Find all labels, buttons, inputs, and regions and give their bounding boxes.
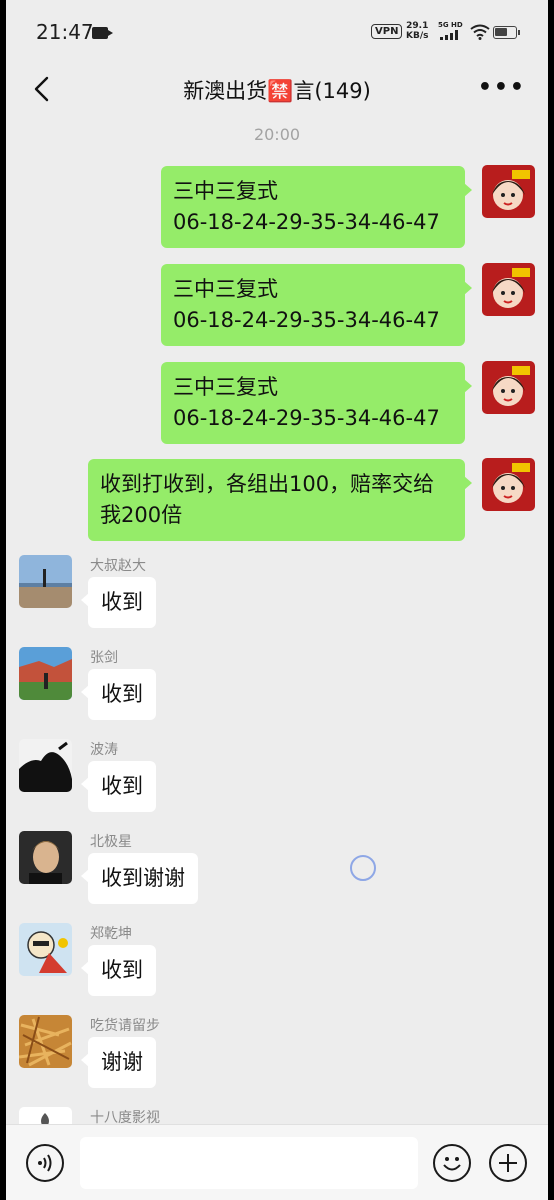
avatar-image xyxy=(19,739,72,792)
chat-title: 新澳出货🈲言(149) xyxy=(183,79,371,103)
avatar-image xyxy=(482,458,535,511)
sender-avatar[interactable] xyxy=(19,923,72,976)
message-input[interactable] xyxy=(80,1137,418,1189)
avatar-image xyxy=(19,923,72,976)
sender-name: 波涛 xyxy=(90,742,118,758)
emoji-icon xyxy=(443,1157,461,1171)
sender-name: 郑乾坤 xyxy=(90,926,132,942)
avatar-image xyxy=(482,361,535,414)
sender-avatar[interactable] xyxy=(19,831,72,884)
incoming-message[interactable]: 收到谢谢 xyxy=(81,853,198,904)
sender-avatar[interactable] xyxy=(19,739,72,792)
status-time: 21:47 xyxy=(36,20,94,44)
outgoing-message[interactable]: 收到打收到，各组出100，赔率交给我200倍 xyxy=(88,459,472,541)
emoji-button[interactable] xyxy=(433,1144,471,1182)
status-bar: 21:47 VPN 29.1 KB/s 5G HD xyxy=(6,0,548,62)
my-avatar[interactable] xyxy=(482,263,535,316)
outgoing-message[interactable]: 三中三复式 06-18-24-29-35-34-46-47 xyxy=(161,362,472,444)
battery-fill xyxy=(495,28,507,36)
voice-button[interactable] xyxy=(26,1144,64,1182)
wifi-icon xyxy=(470,24,490,40)
outgoing-message[interactable]: 三中三复式 06-18-24-29-35-34-46-47 xyxy=(161,166,472,248)
signal-icon xyxy=(440,30,460,40)
sender-name: 吃货请留步 xyxy=(90,1018,160,1034)
voice-icon xyxy=(38,1154,52,1172)
chat-screen: 21:47 VPN 29.1 KB/s 5G HD 新澳出货🈲言(149) ••… xyxy=(6,0,548,1200)
my-avatar[interactable] xyxy=(482,165,535,218)
sender-name: 北极星 xyxy=(90,834,132,850)
plus-icon[interactable] xyxy=(489,1144,527,1182)
avatar-image xyxy=(19,1015,72,1068)
network-speed: 29.1 KB/s xyxy=(406,21,428,41)
more-icon[interactable]: ••• xyxy=(478,75,526,100)
avatar-image xyxy=(482,263,535,316)
avatar-image xyxy=(19,555,72,608)
incoming-message[interactable]: 谢谢 xyxy=(81,1037,156,1088)
incoming-message[interactable]: 收到 xyxy=(81,669,156,720)
my-avatar[interactable] xyxy=(482,361,535,414)
message-timestamp: 20:00 xyxy=(253,125,301,144)
sender-avatar[interactable] xyxy=(19,555,72,608)
battery-icon xyxy=(493,26,520,39)
my-avatar[interactable] xyxy=(482,458,535,511)
sender-name: 张剑 xyxy=(90,650,118,666)
input-bar xyxy=(6,1124,548,1200)
loading-indicator xyxy=(350,855,376,881)
avatar-image xyxy=(19,647,72,700)
camera-icon xyxy=(92,27,113,39)
network-type: 5G HD xyxy=(438,21,463,29)
sender-avatar[interactable] xyxy=(19,647,72,700)
avatar-image xyxy=(19,831,72,884)
incoming-message[interactable]: 收到 xyxy=(81,761,156,812)
incoming-message[interactable]: 收到 xyxy=(81,945,156,996)
vpn-badge: VPN xyxy=(371,24,403,39)
sender-avatar[interactable] xyxy=(19,1015,72,1068)
network-speed-value: 29.1 xyxy=(406,21,429,31)
chat-header: 新澳出货🈲言(149) ••• xyxy=(6,62,548,118)
outgoing-message[interactable]: 三中三复式 06-18-24-29-35-34-46-47 xyxy=(161,264,472,346)
incoming-message[interactable]: 收到 xyxy=(81,577,156,628)
avatar-image xyxy=(482,165,535,218)
sender-name: 大叔赵大 xyxy=(90,558,146,574)
network-speed-unit: KB/s xyxy=(406,31,429,41)
